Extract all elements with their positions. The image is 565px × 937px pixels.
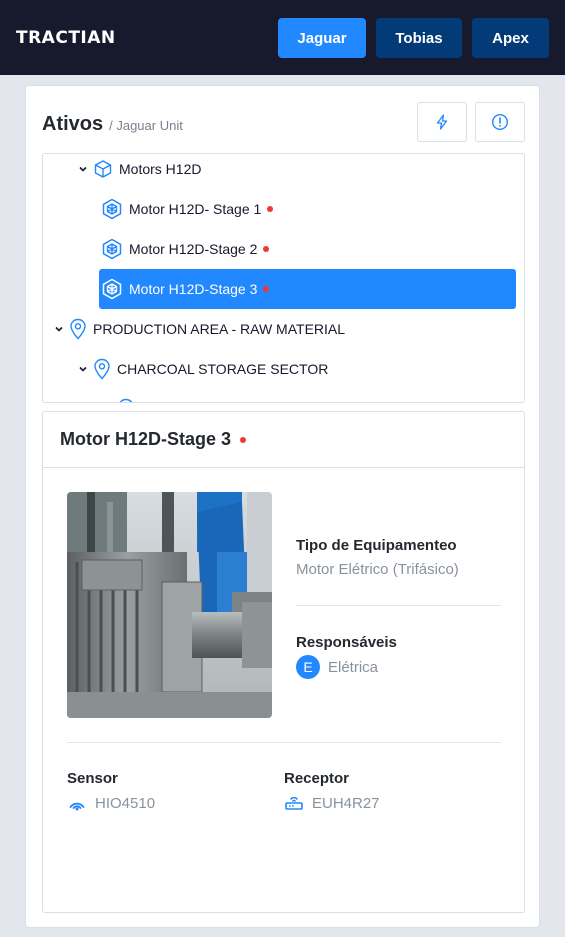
- location-pin-icon: [94, 358, 110, 380]
- tree-item-motors-h12d[interactable]: Motors H12D: [77, 154, 202, 189]
- wifi-sensor-icon: [69, 802, 85, 811]
- alert-status-dot: [263, 286, 270, 292]
- tree-item-label: Motor H12D-Stage 2: [129, 241, 258, 257]
- tree-item-label: PRODUCTION AREA - RAW MATERIAL: [93, 321, 346, 337]
- location-pin-icon: [70, 318, 86, 340]
- router-icon: [285, 796, 303, 810]
- responsible-item: E Elétrica: [296, 655, 378, 679]
- asset-detail-card: Motor H12D-Stage 3 Tipo de Equipamenteo …: [42, 411, 525, 913]
- tractian-logo: TRACTIAN: [16, 28, 116, 48]
- unit-button-jaguar[interactable]: Jaguar: [278, 18, 366, 58]
- assets-panel: Ativos / Jaguar Unit Motors H12D Motor H…: [25, 85, 540, 928]
- detail-header: Motor H12D-Stage 3: [43, 412, 524, 468]
- divider: [296, 605, 501, 606]
- equipment-type-label: Tipo de Equipamenteo: [296, 537, 457, 554]
- tree-item-motor-stage-2[interactable]: Motor H12D-Stage 2: [101, 229, 270, 269]
- receptor-value: EUH4R27: [312, 794, 380, 812]
- unit-button-apex[interactable]: Apex: [472, 18, 549, 58]
- divider: [67, 742, 501, 743]
- asset-photo[interactable]: [67, 492, 272, 718]
- equipment-type-value: Motor Elétrico (Trifásico): [296, 561, 459, 578]
- tree-item-label: CHARCOAL STORAGE SECTOR: [117, 361, 329, 377]
- tree-item-label: Motor H12D- Stage 1: [129, 201, 262, 217]
- alert-circle-icon: [491, 113, 509, 131]
- alert-status-dot: [240, 436, 247, 443]
- component-icon: [102, 278, 122, 300]
- motor-image: [67, 492, 272, 718]
- sensor-label: Sensor: [67, 770, 118, 787]
- receptor-item: EUH4R27: [284, 794, 380, 812]
- tree-item-motor-stage-3[interactable]: Motor H12D-Stage 3: [99, 269, 516, 309]
- component-icon: [102, 198, 122, 220]
- location-pin-icon: [119, 398, 133, 402]
- responsibles-label: Responsáveis: [296, 634, 397, 651]
- tree-item-production-area[interactable]: PRODUCTION AREA - RAW MATERIAL: [53, 309, 345, 349]
- top-header: TRACTIAN Jaguar Tobias Apex: [0, 0, 565, 75]
- receptor-label: Receptor: [284, 770, 350, 787]
- sensor-value: HIO4510: [95, 794, 156, 812]
- unit-button-tobias[interactable]: Tobias: [376, 18, 462, 58]
- alert-status-dot: [267, 206, 274, 212]
- chevron-down-icon[interactable]: [77, 363, 89, 375]
- tree-item-label: Motors H12D: [119, 161, 202, 177]
- bolt-icon: [436, 114, 448, 130]
- component-icon: [102, 238, 122, 260]
- critical-filter-button[interactable]: [475, 102, 525, 142]
- responsible-name: Elétrica: [328, 658, 379, 676]
- energy-filter-button[interactable]: [417, 102, 467, 142]
- page-title: Ativos: [42, 113, 104, 135]
- tree-item-partial[interactable]: [117, 389, 141, 402]
- asset-tree[interactable]: Motors H12D Motor H12D- Stage 1 Motor H1…: [42, 153, 525, 403]
- tree-item-motor-stage-1[interactable]: Motor H12D- Stage 1: [101, 189, 274, 229]
- detail-title: Motor H12D-Stage 3: [60, 429, 232, 449]
- avatar: E: [296, 655, 320, 679]
- chevron-down-icon[interactable]: [53, 323, 65, 335]
- chevron-down-icon[interactable]: [77, 163, 89, 175]
- cube-icon: [94, 160, 112, 178]
- tree-item-label: Motor H12D-Stage 3: [129, 281, 258, 297]
- breadcrumb: / Jaguar Unit: [109, 118, 183, 133]
- tree-item-charcoal-storage[interactable]: CHARCOAL STORAGE SECTOR: [77, 349, 328, 389]
- alert-status-dot: [263, 246, 270, 252]
- sensor-item: HIO4510: [67, 794, 155, 812]
- page-title-row: Ativos / Jaguar Unit: [42, 113, 183, 136]
